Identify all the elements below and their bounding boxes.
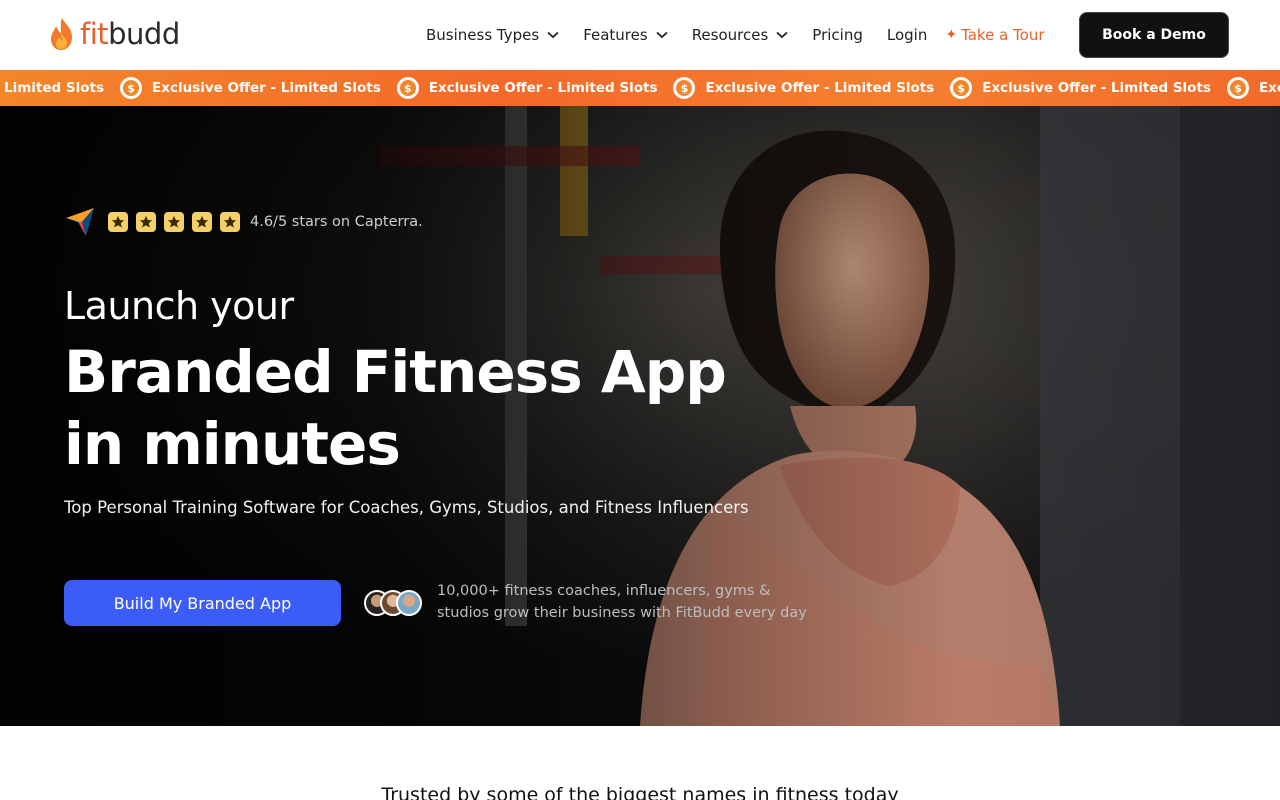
build-branded-app-button[interactable]: Build My Branded App — [64, 580, 341, 626]
offer-ticker: Limited Slots $ Exclusive Offer - Limite… — [0, 70, 1280, 106]
social-proof-text: 10,000+ fitness coaches, influencers, gy… — [437, 580, 837, 624]
chevron-down-icon — [776, 31, 788, 39]
flame-icon — [51, 18, 72, 50]
logo-wordmark: fitbudd — [80, 17, 180, 51]
nav-pricing[interactable]: Pricing — [812, 26, 863, 44]
dollar-coin-icon: $ — [396, 77, 419, 99]
nav-business-types[interactable]: Business Types — [426, 26, 559, 44]
sparkle-icon: ✦ — [945, 27, 958, 43]
star-icon — [220, 212, 240, 232]
main-nav: Business Types Features Resources Pricin… — [426, 0, 1061, 70]
nav-features[interactable]: Features — [583, 26, 668, 44]
ticker-offer-text: Exclusive Offer - Limited Slots — [428, 80, 658, 96]
star-icon — [192, 212, 212, 232]
nav-login[interactable]: Login — [887, 26, 927, 44]
nav-business-types-label: Business Types — [426, 26, 540, 44]
book-demo-button[interactable]: Book a Demo — [1079, 12, 1229, 58]
hero-title-line-1: Branded Fitness App — [64, 338, 727, 406]
social-proof-line-1: 10,000+ fitness coaches, influencers, gy… — [437, 583, 771, 599]
capterra-rating: 4.6/5 stars on Capterra. — [64, 206, 423, 238]
capterra-icon — [66, 208, 94, 236]
avatar — [396, 590, 422, 616]
take-a-tour-label: Take a Tour — [961, 26, 1045, 44]
nav-pricing-label: Pricing — [812, 26, 863, 44]
chevron-down-icon — [547, 31, 559, 39]
hero-title: Branded Fitness App in minutes — [64, 336, 764, 480]
hero-subtitle: Launch your — [64, 284, 294, 328]
site-header: fitbudd Business Types Features Resource… — [0, 0, 1280, 70]
ticker-tail-text: Exclusive — [1258, 80, 1280, 96]
coach-avatars — [364, 590, 422, 616]
nav-resources-label: Resources — [691, 26, 769, 44]
star-icon — [164, 212, 184, 232]
trusted-heading: Trusted by some of the biggest names in … — [381, 784, 899, 800]
star-icon — [136, 212, 156, 232]
ticker-lead-text: Limited Slots — [4, 80, 105, 96]
fitbudd-logo[interactable]: fitbudd — [48, 16, 180, 52]
ticker-offer-text: Exclusive Offer - Limited Slots — [982, 80, 1211, 96]
dollar-coin-icon: $ — [950, 77, 973, 99]
ticker-track: Limited Slots $ Exclusive Offer - Limite… — [0, 70, 1280, 106]
take-a-tour-link[interactable]: ✦ Take a Tour — [945, 26, 1044, 44]
social-proof-line-2: studios grow their business with FitBudd… — [437, 605, 807, 621]
hero-description: Top Personal Training Software for Coach… — [64, 498, 749, 517]
hero-title-line-2: in minutes — [64, 410, 401, 478]
star-icon — [108, 212, 128, 232]
nav-resources[interactable]: Resources — [692, 26, 789, 44]
ticker-offer-text: Exclusive Offer - Limited Slots — [152, 80, 381, 96]
dollar-coin-icon: $ — [1226, 77, 1249, 99]
dollar-coin-icon: $ — [673, 77, 696, 99]
dollar-coin-icon: $ — [120, 77, 143, 99]
nav-features-label: Features — [583, 26, 648, 44]
chevron-down-icon — [656, 31, 668, 39]
ticker-offer-text: Exclusive Offer - Limited Slots — [705, 80, 935, 96]
hero-section: 4.6/5 stars on Capterra. Launch your Bra… — [0, 106, 1280, 726]
rating-text: 4.6/5 stars on Capterra. — [250, 214, 423, 230]
nav-login-label: Login — [886, 26, 928, 44]
